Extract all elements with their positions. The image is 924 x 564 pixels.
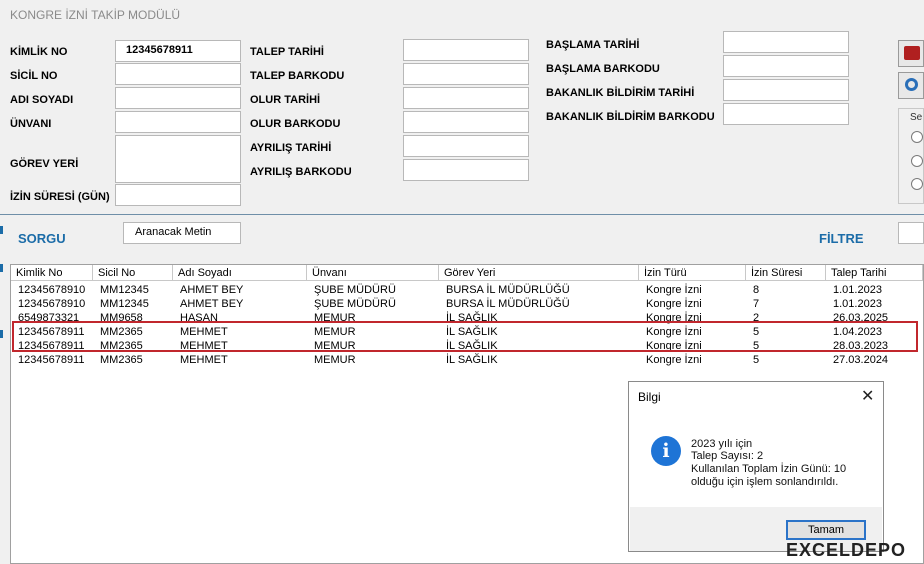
table-cell: İL SAĞLIK	[446, 354, 498, 366]
sicil-no-label: SİCİL NO	[10, 70, 58, 82]
column-header[interactable]: Kimlik No	[11, 265, 93, 281]
dialog-title: Bilgi	[638, 390, 661, 404]
filtre-label: FİLTRE	[819, 231, 864, 246]
refresh-icon	[905, 78, 918, 91]
olur-tarihi-label: OLUR TARİHİ	[250, 94, 321, 106]
book-icon-button[interactable]	[898, 40, 924, 67]
table-cell: MM12345	[100, 284, 149, 296]
dialog-message-line: Talep Sayısı: 2	[691, 450, 764, 462]
option-radio-1[interactable]	[911, 131, 923, 143]
olur-barkodu-field[interactable]	[403, 111, 529, 133]
baslama-barkodu-field[interactable]	[723, 55, 849, 77]
book-icon	[904, 46, 920, 60]
table-row[interactable]: 12345678911 MM2365 MEHMET MEMUR İL SAĞLIK Kon…	[11, 353, 923, 367]
table-cell: MEHMET	[180, 354, 228, 366]
sicil-no-field[interactable]	[115, 63, 241, 85]
info-dialog: Bilgi ✕ i 2023 yılı için Talep Sayısı: 2…	[628, 381, 884, 552]
talep-tarihi-label: TALEP TARİHİ	[250, 46, 324, 58]
table-cell: 1.01.2023	[833, 284, 882, 296]
option-radio-2[interactable]	[911, 155, 923, 167]
unvani-field[interactable]	[115, 111, 241, 133]
bakanlik-bildirim-tarihi-label: BAKANLIK BİLDİRİM TARİHİ	[546, 87, 695, 99]
bakanlik-bildirim-barkodu-label: BAKANLIK BİLDİRİM BARKODU	[546, 111, 715, 123]
watermark-text: EXCELDEPO	[786, 540, 907, 560]
table-cell: AHMET BEY	[180, 298, 244, 310]
table-cell: Kongre İzni	[646, 284, 702, 296]
window-title: KONGRE İZNİ TAKİP MODÜLÜ	[10, 8, 181, 22]
highlight-box	[12, 321, 918, 352]
table-cell: MEMUR	[314, 354, 356, 366]
search-input[interactable]: Aranacak Metin	[123, 222, 241, 244]
unvani-label: ÜNVANI	[10, 118, 52, 130]
table-cell: AHMET BEY	[180, 284, 244, 296]
table-cell: 7	[753, 298, 760, 310]
table-row[interactable]: 12345678910 MM12345 AHMET BEY ŞUBE MÜDÜRÜ BU…	[11, 297, 923, 311]
bakanlik-bildirim-barkodu-field[interactable]	[723, 103, 849, 125]
baslama-barkodu-label: BAŞLAMA BARKODU	[546, 63, 660, 75]
option-group-label: Se	[910, 112, 923, 123]
table-cell: BURSA İL MÜDÜRLÜĞÜ	[446, 298, 570, 310]
option-radio-3[interactable]	[911, 178, 923, 190]
adi-soyadi-label: ADI SOYADI	[10, 94, 74, 106]
talep-barkodu-field[interactable]	[403, 63, 529, 85]
baslama-tarihi-field[interactable]	[723, 31, 849, 53]
ayrilis-tarihi-field[interactable]	[403, 135, 529, 157]
talep-tarihi-field[interactable]	[403, 39, 529, 61]
table-cell: 12345678911	[18, 354, 85, 366]
bakanlik-bildirim-tarihi-field[interactable]	[723, 79, 849, 101]
edge-marker	[0, 330, 3, 338]
watermark-logo: EXCELDEPO	[786, 540, 906, 561]
kimlik-no-label: KİMLİK NO	[10, 46, 68, 58]
refresh-icon-button[interactable]	[898, 72, 924, 99]
baslama-tarihi-label: BAŞLAMA TARİHİ	[546, 39, 640, 51]
kimlik-no-field[interactable]: 12345678911	[115, 40, 241, 62]
talep-barkodu-label: TALEP BARKODU	[250, 70, 345, 82]
dialog-message-line: Kullanılan Toplam İzin Günü: 10	[691, 463, 847, 475]
adi-soyadi-field[interactable]	[115, 87, 241, 109]
ok-button[interactable]: Tamam	[786, 520, 866, 540]
column-header[interactable]: Görev Yeri	[439, 265, 639, 281]
edge-marker	[0, 264, 3, 272]
column-header[interactable]: Adı Soyadı	[173, 265, 307, 281]
olur-barkodu-label: OLUR BARKODU	[250, 118, 341, 130]
table-cell: ŞUBE MÜDÜRÜ	[314, 284, 396, 296]
table-cell: 12345678910	[18, 284, 86, 296]
table-cell: ŞUBE MÜDÜRÜ	[314, 298, 396, 310]
ayrilis-barkodu-label: AYRILIŞ BARKODU	[250, 166, 352, 178]
table-cell: 1.01.2023	[833, 298, 882, 310]
table-cell: 5	[753, 354, 760, 366]
table-cell: Kongre İzni	[646, 298, 702, 310]
column-header[interactable]: İzin Süresi	[746, 265, 826, 281]
table-cell: 12345678910	[18, 298, 86, 310]
column-header[interactable]: İzin Türü	[639, 265, 746, 281]
close-icon[interactable]: ✕	[861, 386, 874, 406]
dialog-message-line: 2023 yılı için	[691, 438, 753, 450]
sorgu-label: SORGU	[18, 231, 66, 246]
table-cell: BURSA İL MÜDÜRLÜĞÜ	[446, 284, 570, 296]
section-separator	[0, 214, 924, 215]
gorev-yeri-label: GÖREV YERİ	[10, 158, 79, 170]
column-header[interactable]: Ünvanı	[307, 265, 439, 281]
column-header[interactable]: Sicil No	[93, 265, 173, 281]
ayrilis-tarihi-label: AYRILIŞ TARİHİ	[250, 142, 332, 154]
table-cell: 27.03.2024	[833, 354, 889, 366]
info-icon: i	[651, 436, 681, 466]
table-cell: MM2365	[100, 354, 143, 366]
table-cell: 8	[753, 284, 760, 296]
table-row[interactable]: 12345678910 MM12345 AHMET BEY ŞUBE MÜDÜRÜ BU…	[11, 283, 923, 297]
olur-tarihi-field[interactable]	[403, 87, 529, 109]
izin-suresi-field[interactable]	[115, 184, 241, 206]
izin-suresi-label: İZİN SÜRESİ (GÜN)	[10, 191, 110, 203]
table-cell: Kongre İzni	[646, 354, 702, 366]
dialog-message-line: olduğu için işlem sonlandırıldı.	[691, 476, 839, 488]
table-cell: MM12345	[100, 298, 149, 310]
gorev-yeri-field[interactable]	[115, 135, 241, 183]
filter-input[interactable]	[898, 222, 924, 244]
ayrilis-barkodu-field[interactable]	[403, 159, 529, 181]
column-header[interactable]: Talep Tarihi	[826, 265, 923, 281]
edge-marker	[0, 226, 3, 234]
